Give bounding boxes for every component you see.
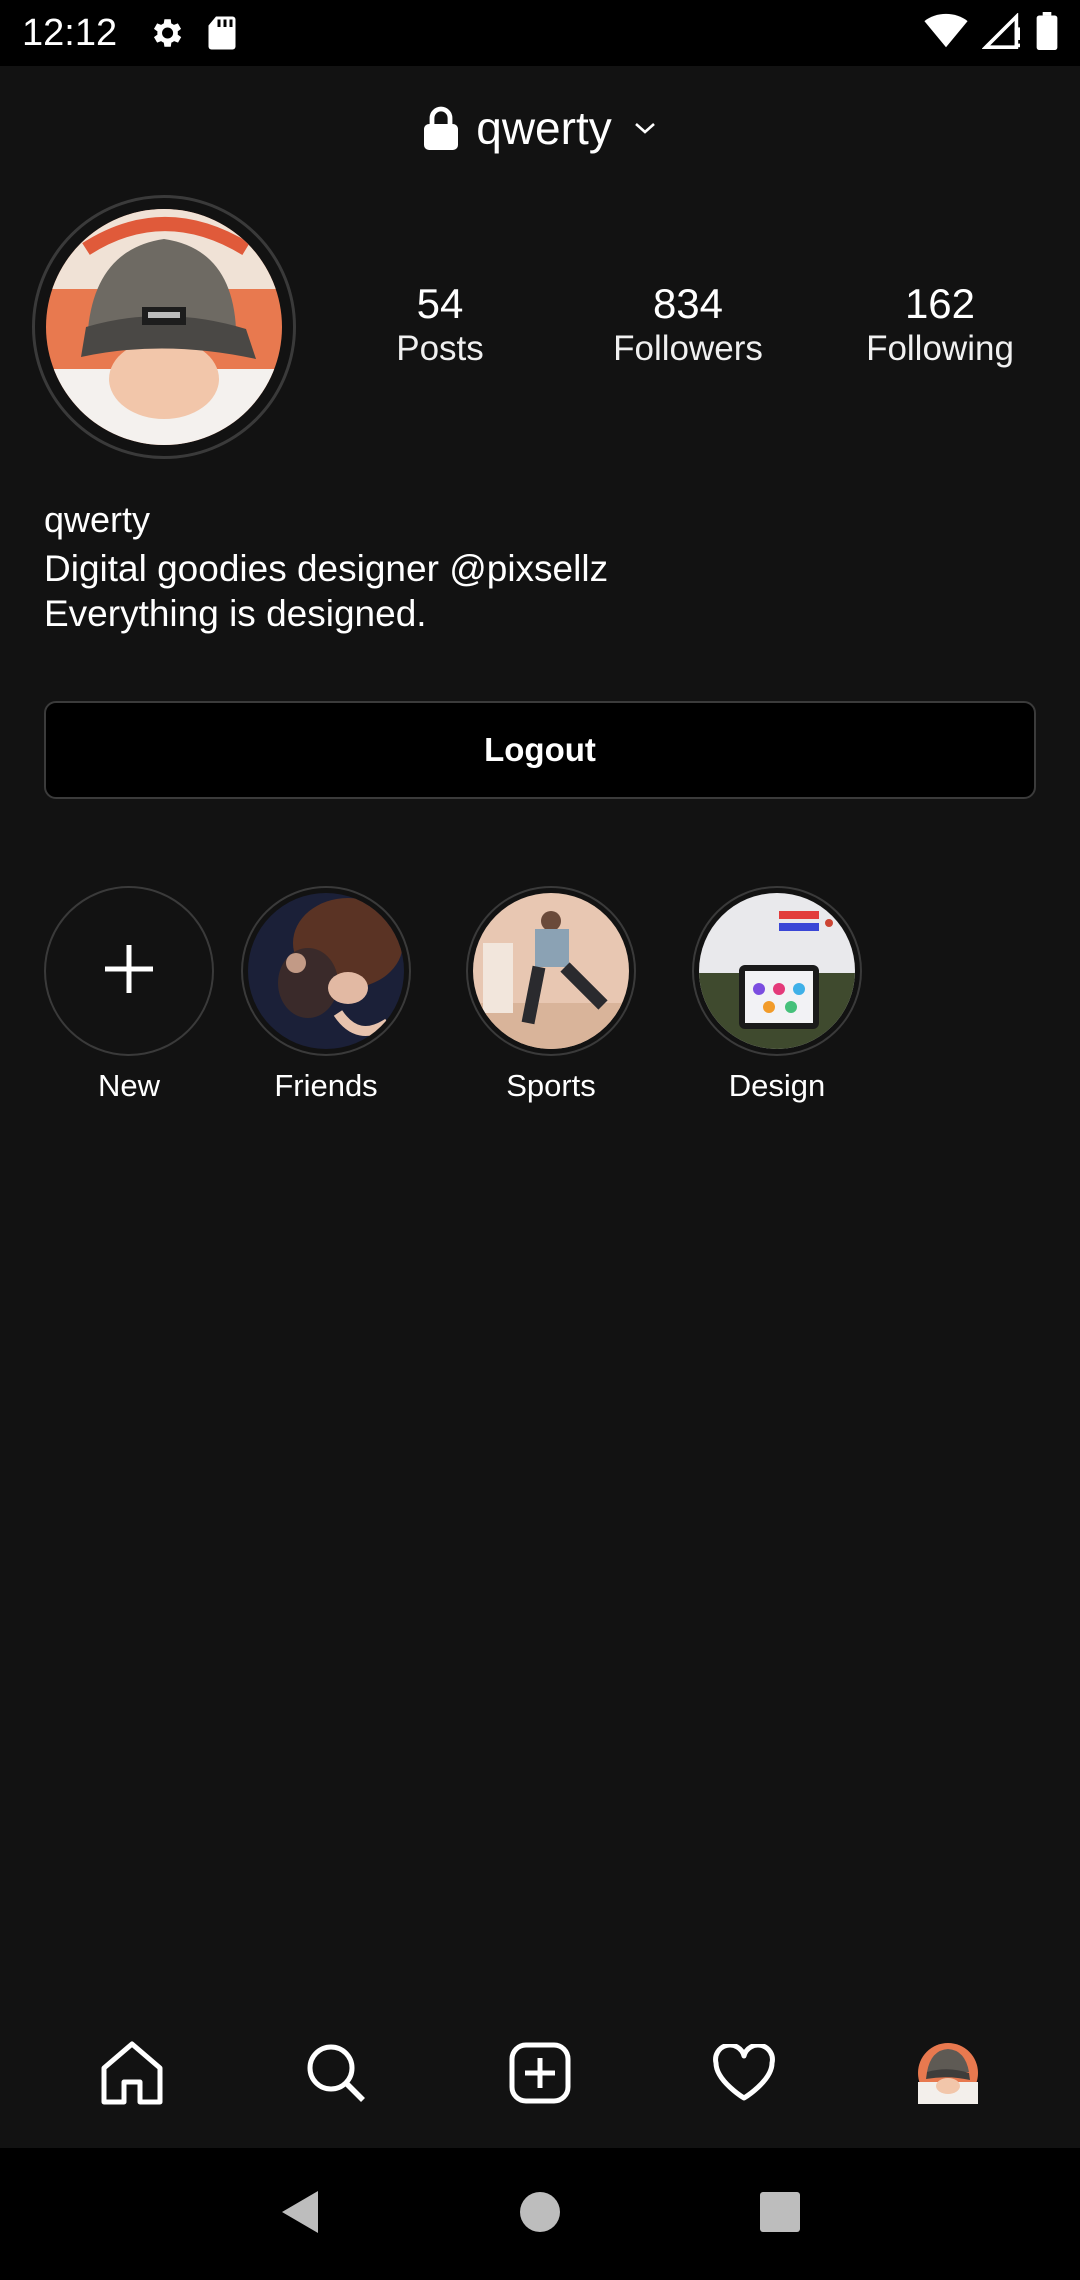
- nav-new-post[interactable]: [480, 2025, 600, 2125]
- stat-following[interactable]: 162 Following: [820, 280, 1060, 370]
- stat-label: Following: [866, 329, 1014, 368]
- stat-posts[interactable]: 54 Posts: [320, 280, 560, 370]
- sd-card-icon: [207, 15, 237, 51]
- status-time: 12:12: [22, 11, 118, 54]
- highlight-photo: [248, 893, 404, 1049]
- stat-value: 162: [904, 280, 976, 327]
- highlight-sports[interactable]: Sports: [451, 886, 651, 1104]
- profile-avatar: [917, 2042, 979, 2109]
- profile-screen: 12:12 qwerty 54 Posts 834 Followers 162 …: [0, 0, 1080, 2280]
- profile-avatar[interactable]: [32, 195, 296, 459]
- stat-label: Posts: [396, 329, 484, 368]
- bottom-nav: [0, 2020, 1080, 2130]
- add-post-icon: [509, 2042, 571, 2109]
- back-triangle-icon: [280, 2189, 320, 2240]
- battery-icon: [1036, 11, 1058, 55]
- status-bar: 12:12: [0, 0, 1080, 66]
- home-button[interactable]: [500, 2174, 580, 2254]
- profile-bio: qwerty Digital goodies designer @pixsell…: [44, 494, 1044, 636]
- highlight-ring: [44, 886, 214, 1056]
- lock-icon: [424, 106, 459, 150]
- highlight-design[interactable]: Design: [677, 886, 877, 1104]
- highlight-new[interactable]: New: [29, 886, 229, 1104]
- logout-button[interactable]: Logout: [44, 701, 1036, 799]
- settings-icon: [147, 14, 185, 52]
- stat-value: 54: [416, 280, 464, 327]
- home-icon: [100, 2040, 164, 2111]
- header-username[interactable]: qwerty: [476, 101, 611, 155]
- chevron-down-icon[interactable]: [634, 121, 656, 135]
- stat-followers[interactable]: 834 Followers: [568, 280, 808, 370]
- nav-search[interactable]: [276, 2025, 396, 2125]
- stat-label: Followers: [613, 329, 763, 368]
- nav-activity[interactable]: [684, 2025, 804, 2125]
- bio-line: Everything is designed.: [44, 593, 427, 634]
- profile-stats: 54 Posts 834 Followers 162 Following: [320, 280, 1080, 380]
- highlight-label: Sports: [506, 1068, 596, 1103]
- system-nav-bar: [0, 2148, 1080, 2280]
- highlight-label: Design: [728, 1068, 826, 1103]
- highlight-ring: [466, 886, 636, 1056]
- plus-icon: [101, 941, 157, 1002]
- recents-square-icon: [759, 2191, 801, 2238]
- back-button[interactable]: [260, 2174, 340, 2254]
- search-icon: [305, 2042, 367, 2109]
- highlight-friends[interactable]: Friends: [226, 886, 426, 1104]
- highlight-photo: [473, 893, 629, 1049]
- story-highlights: New Friends Sports Design: [0, 886, 1080, 1116]
- wifi-icon: [924, 13, 968, 54]
- recents-button[interactable]: [740, 2174, 820, 2254]
- stat-value: 834: [652, 280, 724, 327]
- nav-profile[interactable]: [888, 2025, 1008, 2125]
- nav-home[interactable]: [72, 2025, 192, 2125]
- cell-signal-icon: [981, 11, 1022, 54]
- highlight-ring: [692, 886, 862, 1056]
- heart-icon: [712, 2042, 776, 2107]
- highlight-ring: [241, 886, 411, 1056]
- profile-name: qwerty: [44, 499, 151, 540]
- home-circle-icon: [519, 2191, 561, 2238]
- profile-header[interactable]: qwerty: [0, 66, 1080, 190]
- profile-photo: [46, 209, 282, 445]
- bio-line: Digital goodies designer @pixsellz: [44, 548, 609, 589]
- highlight-label: New: [97, 1068, 160, 1103]
- highlight-photo: [699, 893, 855, 1049]
- highlight-label: Friends: [274, 1068, 378, 1103]
